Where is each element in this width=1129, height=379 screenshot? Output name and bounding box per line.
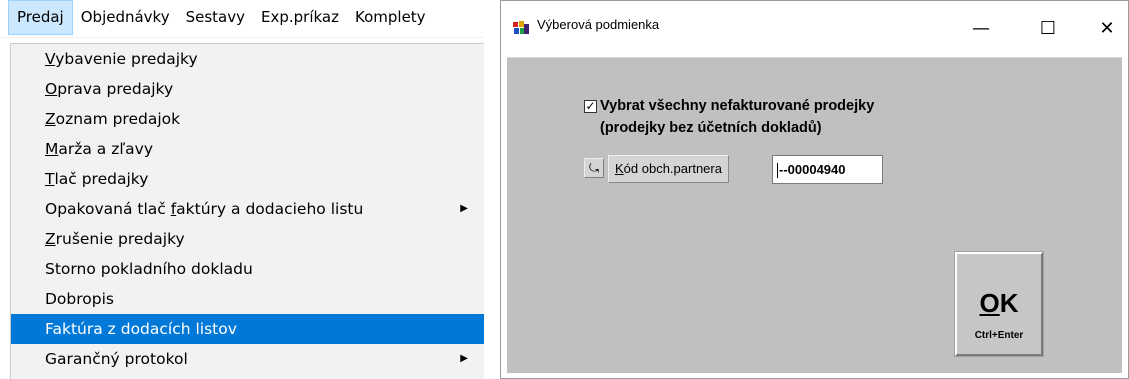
ok-button-label-rest: K [999, 288, 1019, 318]
menu-predaj[interactable]: Predaj [8, 0, 73, 35]
menu-item-label: lač predajky [54, 170, 149, 188]
accelerator-key: O [979, 288, 1000, 318]
text-caret [777, 163, 778, 179]
menu-item-label: Storno pokladního dokladu [45, 260, 253, 278]
dialog-body: ✓ Vybrat všechny nefakturované prodejky … [507, 57, 1122, 373]
title-bar[interactable]: Výberová podmienka — ☐ ✕ [501, 1, 1128, 57]
ok-shortcut-hint: Ctrl+Enter [974, 330, 1024, 341]
window-title: Výberová podmienka [537, 17, 660, 32]
accelerator-key: Z [45, 230, 56, 248]
menu-item-label: rušenie predajky [55, 230, 185, 248]
menu-item-label: prava predajky [57, 80, 174, 98]
menu-item-garancny-protokol[interactable]: Garančný protokol ▶ [11, 344, 484, 374]
accelerator-key: Z [45, 110, 56, 128]
selection-dialog: Výberová podmienka — ☐ ✕ ✓ Vybrat všechn… [500, 0, 1129, 379]
accelerator-key: K [615, 161, 624, 176]
swap-icon[interactable]: ⤿ [584, 158, 604, 178]
minimize-button[interactable]: — [958, 9, 1004, 49]
partner-code-input[interactable]: --00004940 [772, 155, 883, 184]
menu-sestavy[interactable]: Sestavy [178, 0, 253, 35]
menu-item-tlac-predajky[interactable]: Tlač predajky [11, 164, 484, 194]
menu-item-label: aktúry a dodacieho listu [176, 200, 364, 218]
menu-item-label: Garančný protokol [45, 350, 188, 368]
menu-item-label: oznam predajok [55, 110, 181, 128]
pane-divider [486, 0, 500, 379]
menu-bar: Predaj Objednávky Sestavy Exp.príkaz Kom… [0, 0, 484, 38]
menu-item-label: ybavenie predajky [55, 50, 198, 68]
checkbox-label-line2[interactable]: (prodejky bez účetních dokladů) [600, 120, 822, 136]
menu-item-dobropis[interactable]: Dobropis [11, 284, 484, 314]
partner-code-label-text: ód obch.partnera [623, 161, 722, 176]
close-button[interactable]: ✕ [1084, 9, 1129, 49]
menu-objednavky[interactable]: Objednávky [73, 0, 178, 35]
menu-item-oprava-predajky[interactable]: Oprava predajky [11, 74, 484, 104]
menu-item-label: arža a zľavy [58, 140, 154, 158]
maximize-button[interactable]: ☐ [1025, 9, 1071, 49]
app-icon [513, 21, 529, 34]
partner-code-value: --00004940 [779, 162, 846, 177]
accelerator-key: M [45, 140, 59, 158]
menu-item-label-prefix: Opakovaná tlač [45, 200, 171, 218]
menu-item-vybavenie-predajky[interactable]: Vybavenie predajky [11, 44, 484, 74]
ok-button-label: OK [957, 288, 1041, 319]
submenu-arrow-icon: ▶ [460, 203, 468, 214]
menu-item-zoznam-predajok[interactable]: Zoznam predajok [11, 104, 484, 134]
menu-item-faktura-z-dodacich-listov[interactable]: Faktúra z dodacích listov [11, 314, 484, 344]
accelerator-key: V [45, 50, 56, 68]
menu-komplety[interactable]: Komplety [347, 0, 434, 35]
menu-item-marza-a-zlavy[interactable]: Marža a zľavy [11, 134, 484, 164]
accelerator-key: O [45, 80, 58, 98]
unbilled-sales-checkbox[interactable]: ✓ [584, 100, 597, 113]
predaj-dropdown-menu: Vybavenie predajky Oprava predajky Zozna… [10, 43, 484, 379]
checkbox-label-line1[interactable]: Vybrat všechny nefakturované prodejky [600, 98, 874, 114]
menu-item-label: Dobropis [45, 290, 114, 308]
menu-exp-prikaz[interactable]: Exp.príkaz [253, 0, 347, 35]
menu-item-zrusenie-predajky[interactable]: Zrušenie predajky [11, 224, 484, 254]
submenu-arrow-icon: ▶ [460, 353, 468, 364]
menu-item-opakovana-tlac[interactable]: Opakovaná tlač faktúry a dodacieho listu… [11, 194, 484, 224]
ok-button[interactable]: OK Ctrl+Enter [954, 251, 1044, 357]
partner-code-label[interactable]: Kód obch.partnera [608, 155, 729, 183]
menu-item-label: Faktúra z dodacích listov [45, 320, 237, 338]
menu-item-storno-pokladniho-dokladu[interactable]: Storno pokladního dokladu [11, 254, 484, 284]
